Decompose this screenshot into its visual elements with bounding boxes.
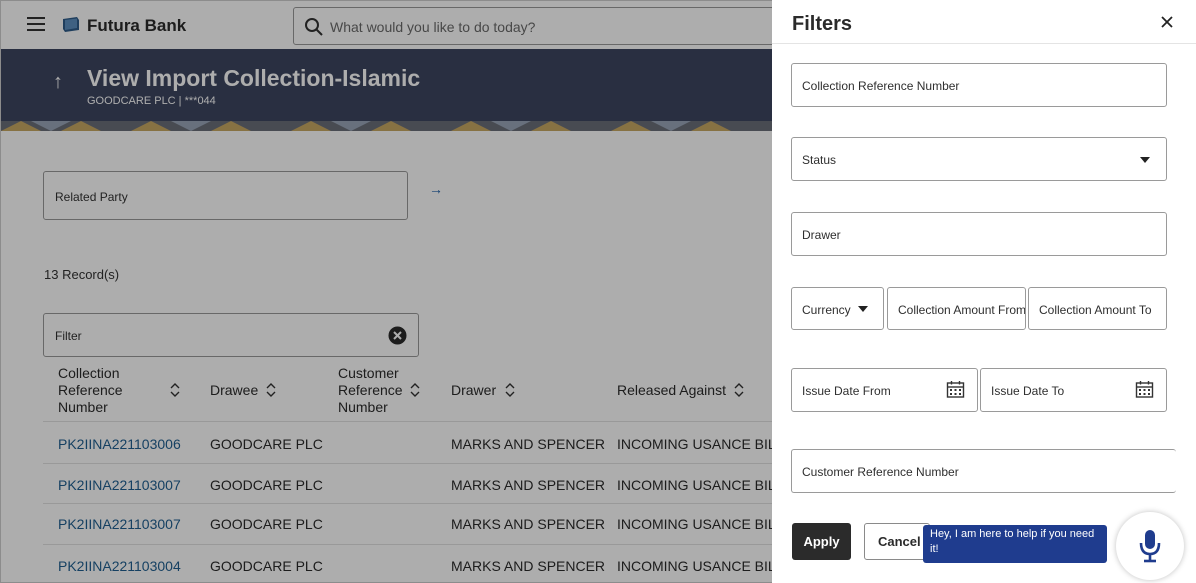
calendar-icon[interactable]: [1135, 380, 1154, 399]
microphone-icon: [1139, 530, 1161, 563]
status-select[interactable]: Status: [791, 137, 1167, 181]
drawer-label: Drawer: [802, 228, 841, 242]
customer-reference-field[interactable]: Customer Reference Number: [791, 449, 1176, 493]
collection-reference-field[interactable]: Collection Reference Number: [791, 63, 1167, 107]
chevron-down-icon: [858, 306, 868, 312]
collection-amount-to-label: Collection Amount To: [1039, 303, 1152, 317]
filters-panel: Filters Collection Reference Number Stat…: [772, 0, 1196, 583]
modal-overlay[interactable]: [0, 0, 772, 583]
collection-amount-to-field[interactable]: Collection Amount To: [1028, 287, 1167, 330]
customer-reference-label: Customer Reference Number: [802, 465, 959, 479]
currency-label: Currency: [802, 303, 851, 317]
assistant-message[interactable]: Hey, I am here to help if you need it!: [923, 525, 1107, 563]
calendar-icon[interactable]: [946, 380, 965, 399]
drawer-field[interactable]: Drawer: [791, 212, 1167, 256]
currency-select[interactable]: Currency: [791, 287, 884, 330]
filters-title: Filters: [792, 13, 853, 35]
chevron-down-icon: [1140, 157, 1150, 163]
voice-assistant-button[interactable]: [1116, 512, 1184, 580]
issue-date-from-label: Issue Date From: [802, 384, 891, 398]
collection-amount-from-field[interactable]: Collection Amount From: [887, 287, 1026, 330]
apply-button[interactable]: Apply: [792, 523, 851, 560]
collection-reference-label: Collection Reference Number: [802, 79, 960, 93]
issue-date-to-field[interactable]: Issue Date To: [980, 368, 1167, 412]
issue-date-from-field[interactable]: Issue Date From: [791, 368, 978, 412]
status-label: Status: [802, 153, 837, 167]
issue-date-to-label: Issue Date To: [991, 384, 1065, 398]
panel-divider: [772, 43, 1196, 44]
close-icon[interactable]: [1159, 14, 1175, 30]
cancel-button[interactable]: Cancel: [864, 523, 930, 560]
collection-amount-from-label: Collection Amount From: [898, 303, 1026, 317]
